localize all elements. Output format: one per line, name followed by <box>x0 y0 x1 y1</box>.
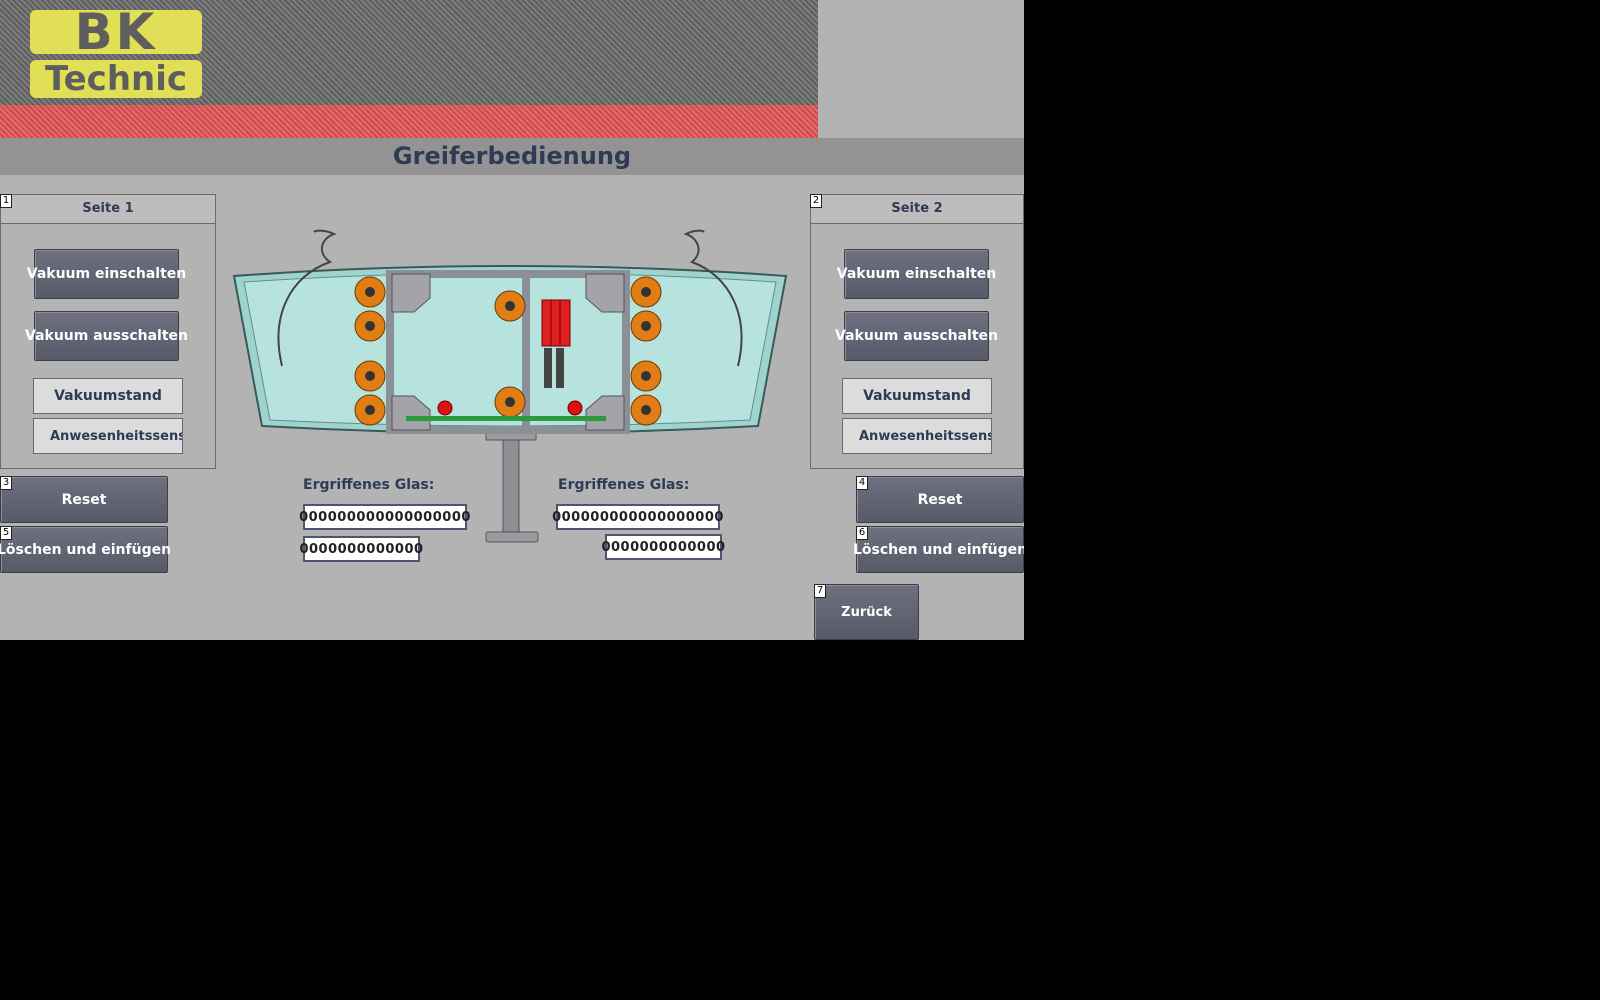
side1-vacuum-level-indicator: Vakuumstand <box>33 378 183 414</box>
side2-title: Seite 2 <box>811 195 1023 224</box>
valve-connector-a <box>544 348 552 388</box>
page-title: Greiferbedienung <box>392 142 632 170</box>
pedestal-base <box>485 531 539 543</box>
logo-technic-text: Technic <box>44 59 188 99</box>
back-button[interactable]: Zurück <box>814 584 919 640</box>
valve-connector-b <box>556 348 564 388</box>
reset-left-tag: 3 <box>0 476 12 490</box>
valve-block <box>541 299 571 347</box>
side1-presence-sensor-indicator: Anwesenheitssensor <box>33 418 183 454</box>
side2-vacuum-level-indicator: Vakuumstand <box>842 378 992 414</box>
header-banner-stripe <box>0 105 818 138</box>
side2-vacuum-off-button[interactable]: Vakuum ausschalten <box>835 311 998 361</box>
sensor-right <box>567 400 583 416</box>
logo-bk: BK <box>30 4 202 60</box>
sensor-left <box>437 400 453 416</box>
reset-left-button[interactable]: Reset <box>0 476 168 523</box>
sensor-rail <box>406 416 606 421</box>
title-bar: Greiferbedienung <box>0 138 1024 175</box>
logo-bk-text: BK <box>74 3 158 61</box>
side1-vacuum-off-button[interactable]: Vakuum ausschalten <box>25 311 188 361</box>
side2-vacuum-on-button[interactable]: Vakuum einschalten <box>837 249 996 299</box>
side1-title: Seite 1 <box>1 195 215 224</box>
gripper-diagram <box>232 229 788 543</box>
clear-insert-right-tag: 6 <box>856 526 868 540</box>
side1-tag: 1 <box>0 194 12 208</box>
back-tag: 7 <box>814 584 826 598</box>
side2-tag: 2 <box>810 194 822 208</box>
side1-vacuum-on-button[interactable]: Vakuum einschalten <box>27 249 186 299</box>
reset-right-button[interactable]: Reset <box>856 476 1024 523</box>
clear-insert-left-button[interactable]: Löschen und einfügen <box>0 526 171 573</box>
hmi-screen: BK Technic Greiferbedienung Seite 1 1 Va… <box>0 0 1024 640</box>
header-blank-area <box>818 0 1024 138</box>
clear-insert-left-tag: 5 <box>0 526 12 540</box>
logo-technic: Technic <box>30 60 202 98</box>
reset-right-tag: 4 <box>856 476 868 490</box>
clear-insert-right-button[interactable]: Löschen und einfügen <box>853 526 1024 573</box>
pedestal-column <box>502 435 520 533</box>
side2-presence-sensor-indicator: Anwesenheitssensor <box>842 418 992 454</box>
